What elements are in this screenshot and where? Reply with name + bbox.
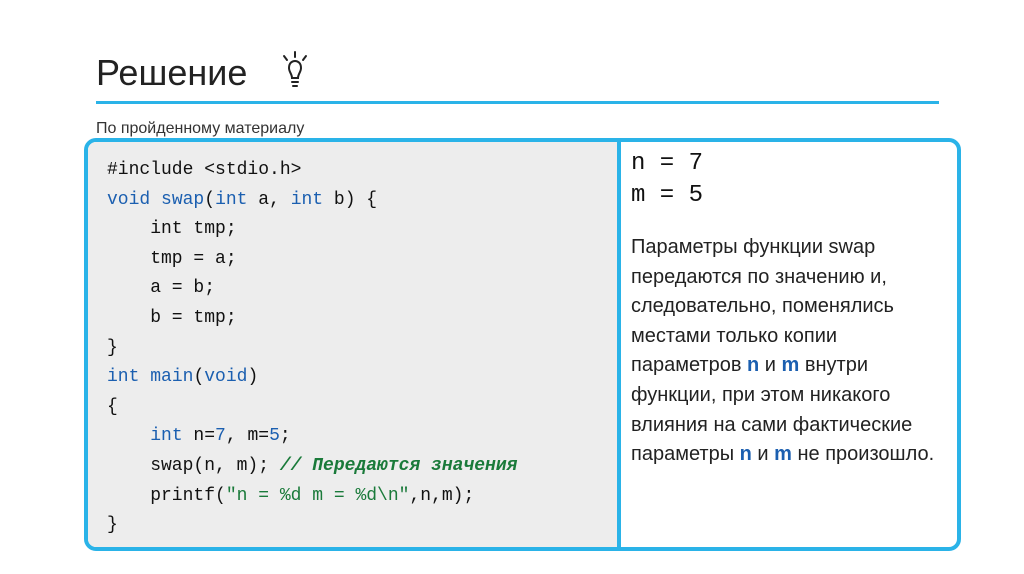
var-n: n — [747, 354, 760, 377]
slide-title: Решение — [96, 52, 248, 93]
code-line: int tmp; — [107, 219, 237, 240]
code-panel: #include <stdio.h> void swap(int a, int … — [88, 142, 621, 547]
code-line: tmp = a; — [107, 248, 237, 269]
code-line: #include <stdio.h> — [107, 160, 302, 180]
explanation-text: Параметры функции swap передаются по зна… — [631, 236, 935, 466]
code-line: printf("n = %d m = %d\n",n,m); — [107, 485, 475, 506]
code-line: { — [107, 396, 118, 417]
code-line: } — [107, 515, 118, 536]
slide-subtitle: По пройденному материалу — [96, 120, 305, 137]
code-line: } — [107, 337, 118, 358]
code-line: int n=7, m=5; — [150, 426, 291, 447]
code-line: swap(n, m); // Передаются значения — [107, 455, 518, 476]
var-n: n — [739, 443, 752, 466]
output-line: n = 7 — [631, 150, 704, 177]
var-m: m — [774, 443, 792, 466]
lightbulb-icon — [283, 51, 307, 87]
title-divider — [96, 101, 939, 104]
code-line: void swap(int a, int b) { — [107, 189, 378, 210]
code-string: "n = %d m = %d\n" — [225, 485, 410, 506]
content-frame: #include <stdio.h> void swap(int a, int … — [84, 138, 961, 551]
program-output: n = 7 m = 5 — [631, 148, 703, 212]
code-line: b = tmp; — [107, 307, 237, 328]
var-m: m — [781, 354, 800, 377]
explanation-panel: n = 7 m = 5 Параметры функции swap перед… — [621, 142, 957, 547]
code-line: int main(void) — [107, 367, 259, 388]
code-comment: // Передаются значения — [279, 455, 518, 476]
code-line: a = b; — [107, 278, 216, 299]
code-block: #include <stdio.h> void swap(int a, int … — [107, 156, 517, 541]
output-line: m = 5 — [631, 182, 704, 209]
